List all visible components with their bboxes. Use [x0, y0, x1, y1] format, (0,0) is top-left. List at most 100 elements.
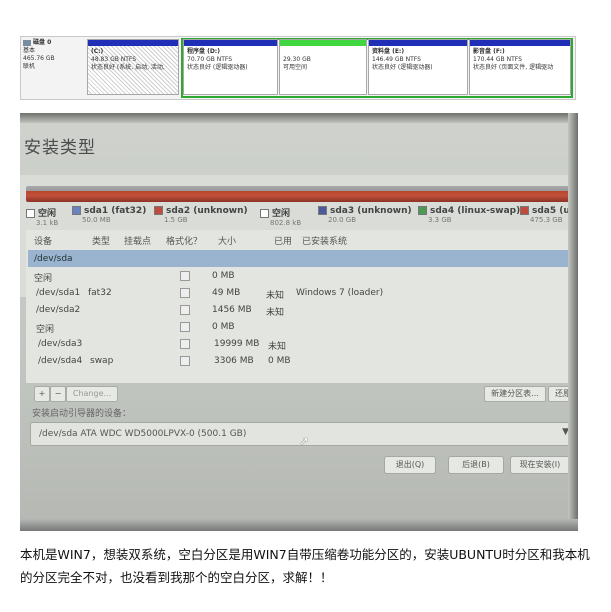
partition-label: 资料盘 (E:): [372, 48, 405, 55]
row-system: Windows 7 (loader): [296, 288, 384, 298]
disk-name: 磁盘 0: [33, 39, 52, 46]
format-checkbox[interactable]: [180, 288, 190, 298]
legend-item: sda3 (unknown) 20.0 GB: [318, 206, 412, 224]
partition-label: (C:): [91, 48, 104, 55]
partition-size: 48.83 GB NTFS: [91, 56, 137, 63]
partition-status: 状态良好 (逻辑驱动器): [372, 64, 433, 71]
legend-name: sda4 (linux-swap): [430, 206, 521, 216]
photo-edge: [20, 113, 578, 123]
legend-item: sda4 (linux-swap) 3.3 GB: [418, 206, 520, 224]
disk-type: 基本: [23, 47, 36, 54]
row-type: swap: [90, 356, 114, 366]
table-row[interactable]: 空闲 0 MB: [28, 318, 576, 335]
row-device: /dev/sda1: [36, 288, 81, 298]
remove-partition-button[interactable]: −: [50, 386, 66, 402]
back-button[interactable]: 后退(B): [448, 456, 504, 474]
partition-status: 状态良好 (页面文件, 逻辑驱动: [473, 64, 554, 71]
row-device: /dev/sda4: [38, 356, 83, 366]
legend-size: 20.0 GB: [328, 216, 357, 224]
partition-label: 影音盘 (F:): [473, 48, 505, 55]
mouse-cursor-icon: ➚: [299, 434, 310, 448]
disk-size: 465.76 GB: [23, 55, 55, 62]
boot-loader-device-value: /dev/sda ATA WDC WD5000LPVX-0 (500.1 GB): [39, 429, 247, 439]
legend-swatch: [72, 206, 81, 215]
partition-status: 状态良好 (逻辑驱动器): [187, 64, 248, 71]
quit-button[interactable]: 退出(Q): [384, 456, 436, 474]
table-row[interactable]: /dev/sda1 fat32 49 MB 未知 Windows 7 (load…: [28, 284, 576, 301]
partition-table: 设备 类型 挂载点 格式化？ 大小 已用 已安装系统 /dev/sda 空闲 0…: [26, 230, 578, 383]
post-caption: 本机是WIN7，想装双系统，空白分区是用WIN7自带压缩卷功能分区的，安装UBU…: [20, 547, 590, 585]
partition-d[interactable]: 程序盘 (D:) 70.70 GB NTFS 状态良好 (逻辑驱动器): [183, 39, 278, 95]
legend-size: 50.0 MB: [82, 216, 111, 224]
partition-usage-bar: [26, 186, 578, 202]
new-partition-table-button[interactable]: 新建分区表...: [484, 386, 546, 402]
row-used: 未知: [268, 342, 287, 352]
installer-title: 安装类型: [24, 138, 96, 158]
row-device: 空闲: [36, 325, 55, 335]
format-checkbox[interactable]: [180, 356, 190, 366]
column-header-used[interactable]: 已用: [274, 234, 292, 247]
row-device: 空闲: [34, 274, 53, 284]
change-partition-button[interactable]: Change...: [66, 386, 118, 402]
table-row[interactable]: /dev/sda4 swap 3306 MB 0 MB: [28, 352, 576, 369]
add-partition-button[interactable]: +: [34, 386, 50, 402]
partition-e[interactable]: 资料盘 (E:) 146.49 GB NTFS 状态良好 (逻辑驱动器): [368, 39, 468, 95]
column-header-device[interactable]: 设备: [34, 234, 52, 247]
photo-edge: [568, 113, 578, 531]
row-type: fat32: [88, 288, 112, 298]
legend-swatch: [26, 209, 35, 218]
disk-management-panel: 磁盘 0 基本 465.76 GB 联机 (C:) 48.83 GB NTFS …: [20, 36, 576, 100]
row-device: /dev/sda2: [36, 305, 81, 315]
column-header-system[interactable]: 已安装系统: [302, 234, 347, 247]
column-header-size[interactable]: 大小: [218, 234, 236, 247]
legend-swatch: [318, 206, 327, 215]
legend-size: 802.8 kB: [270, 219, 302, 227]
table-row[interactable]: /dev/sda3 19999 MB 未知: [28, 335, 576, 352]
legend-item: 空闲 3.1 kB: [26, 206, 58, 227]
disk-status: 联机: [23, 63, 36, 70]
legend-name: 空闲: [38, 209, 57, 219]
partition-label: [283, 48, 363, 56]
row-used: 未知: [266, 308, 285, 318]
column-header-mount[interactable]: 挂载点: [124, 234, 151, 247]
legend-name: sda2 (unknown): [166, 206, 248, 216]
legend-name: sda3 (unknown): [330, 206, 412, 216]
legend-swatch: [154, 206, 163, 215]
legend-item: 空闲 802.8 kB: [260, 206, 301, 227]
legend-name: 空闲: [272, 209, 291, 219]
table-header: 设备 类型 挂载点 格式化？ 大小 已用 已安装系统: [26, 230, 578, 248]
row-size: 0 MB: [212, 271, 235, 281]
disk-info[interactable]: 磁盘 0 基本 465.76 GB 联机: [23, 39, 87, 95]
row-device: /dev/sda: [34, 254, 73, 264]
row-size: 49 MB: [212, 288, 241, 298]
legend-swatch: [260, 209, 269, 218]
install-now-button[interactable]: 现在安装(I): [510, 456, 570, 474]
column-header-format[interactable]: 格式化？: [166, 234, 202, 247]
table-row[interactable]: /dev/sda: [28, 250, 576, 267]
partition-size: 146.49 GB NTFS: [372, 56, 421, 63]
format-checkbox[interactable]: [180, 305, 190, 315]
partition-status: 可用空间: [283, 64, 308, 71]
partition-f[interactable]: 影音盘 (F:) 170.44 GB NTFS 状态良好 (页面文件, 逻辑驱动: [469, 39, 571, 95]
column-header-type[interactable]: 类型: [92, 234, 110, 247]
partition-status: 状态良好 (系统, 启动, 活动,: [91, 64, 165, 71]
row-size: 3306 MB: [214, 356, 254, 366]
row-used: 0 MB: [268, 356, 291, 366]
table-row[interactable]: /dev/sda2 1456 MB 未知: [28, 301, 576, 318]
installer-photo: 安装类型 空闲 3.1 kB sda1 (fat32) 50.0 MB sda2…: [20, 113, 578, 531]
legend-size: 1.5 GB: [164, 216, 188, 224]
legend-size: 3.1 kB: [36, 219, 59, 227]
partition-free-space[interactable]: 29.30 GB 可用空间: [279, 39, 367, 95]
format-checkbox[interactable]: [180, 322, 190, 332]
format-checkbox[interactable]: [180, 271, 190, 281]
partition-toolbar: + − Change... 新建分区表... 还原: [26, 383, 578, 405]
row-size: 1456 MB: [212, 305, 252, 315]
table-row[interactable]: 空闲 0 MB: [28, 267, 576, 284]
disk-icon: [23, 39, 31, 46]
row-size: 19999 MB: [214, 339, 260, 349]
partition-c[interactable]: (C:) 48.83 GB NTFS 状态良好 (系统, 启动, 活动,: [87, 39, 179, 95]
row-used: 未知: [266, 291, 285, 301]
legend-item: sda1 (fat32) 50.0 MB: [72, 206, 146, 224]
format-checkbox[interactable]: [180, 339, 190, 349]
legend-swatch: [520, 206, 529, 215]
